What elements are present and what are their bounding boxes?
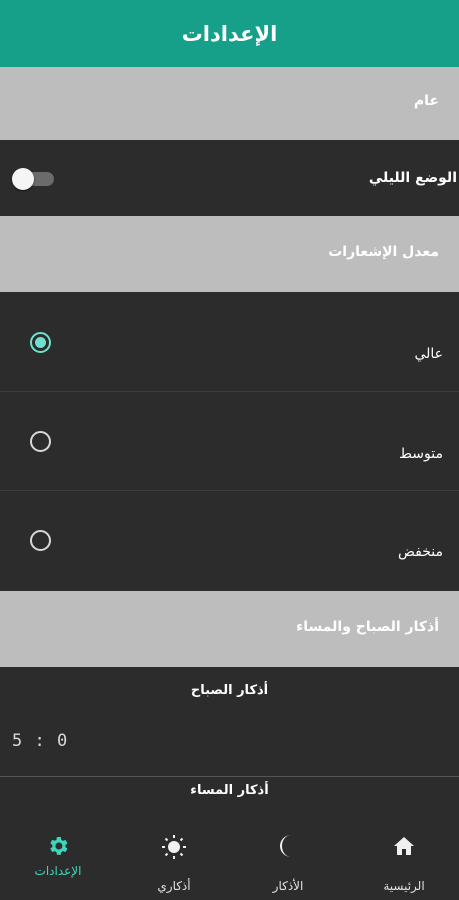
nav-item-my-azkar[interactable]: أذكاري — [124, 812, 224, 900]
morning-azkar-row[interactable]: أذكار الصباح 5 : 0 — [0, 667, 459, 776]
sun-icon — [162, 835, 186, 859]
option-medium-label: متوسط — [399, 446, 443, 462]
page-title: الإعدادات — [181, 21, 278, 46]
section-general-label: عام — [413, 93, 439, 109]
section-azkar-label: أذكار الصباح والمساء — [296, 619, 439, 635]
section-header-azkar: أذكار الصباح والمساء — [0, 591, 459, 667]
nav-item-home[interactable]: الرئيسية — [354, 812, 454, 900]
night-mode-toggle[interactable] — [12, 168, 54, 190]
nav-label-azkar: الأذكار — [272, 879, 304, 893]
option-low-label: منخفض — [398, 544, 443, 560]
bottom-navigation: الرئيسية الأذكار أذكاري الإعدادات — [0, 812, 459, 900]
section-notifications-label: معدل الإشعارات — [328, 244, 439, 260]
app-bar: الإعدادات — [0, 0, 459, 67]
nav-item-azkar[interactable]: الأذكار — [238, 812, 338, 900]
toggle-thumb — [12, 168, 34, 190]
morning-azkar-title: أذكار الصباح — [190, 683, 269, 698]
gear-icon — [50, 837, 68, 855]
radio-low[interactable] — [30, 530, 51, 551]
moon-icon — [280, 835, 291, 857]
notification-option-medium[interactable]: متوسط — [0, 392, 459, 490]
section-header-general: عام — [0, 67, 459, 140]
nav-label-home: الرئيسية — [383, 879, 425, 893]
home-icon — [394, 837, 414, 855]
evening-azkar-row[interactable]: أذكار المساء — [0, 777, 459, 812]
option-high-label: عالي — [414, 346, 443, 362]
radio-medium[interactable] — [30, 431, 51, 452]
section-header-notifications: معدل الإشعارات — [0, 216, 459, 292]
nav-label-my-azkar: أذكاري — [157, 879, 191, 893]
notification-option-low[interactable]: منخفض — [0, 491, 459, 591]
notification-option-high[interactable]: عالي — [0, 292, 459, 391]
evening-azkar-title: أذكار المساء — [190, 783, 269, 798]
nav-item-settings[interactable]: الإعدادات — [8, 812, 108, 900]
nav-label-settings: الإعدادات — [34, 864, 82, 878]
night-mode-label: الوضع الليلي — [368, 170, 457, 186]
radio-high[interactable] — [30, 332, 51, 353]
morning-azkar-time[interactable]: 5 : 0 — [12, 731, 68, 751]
night-mode-row[interactable]: الوضع الليلي — [0, 140, 459, 216]
